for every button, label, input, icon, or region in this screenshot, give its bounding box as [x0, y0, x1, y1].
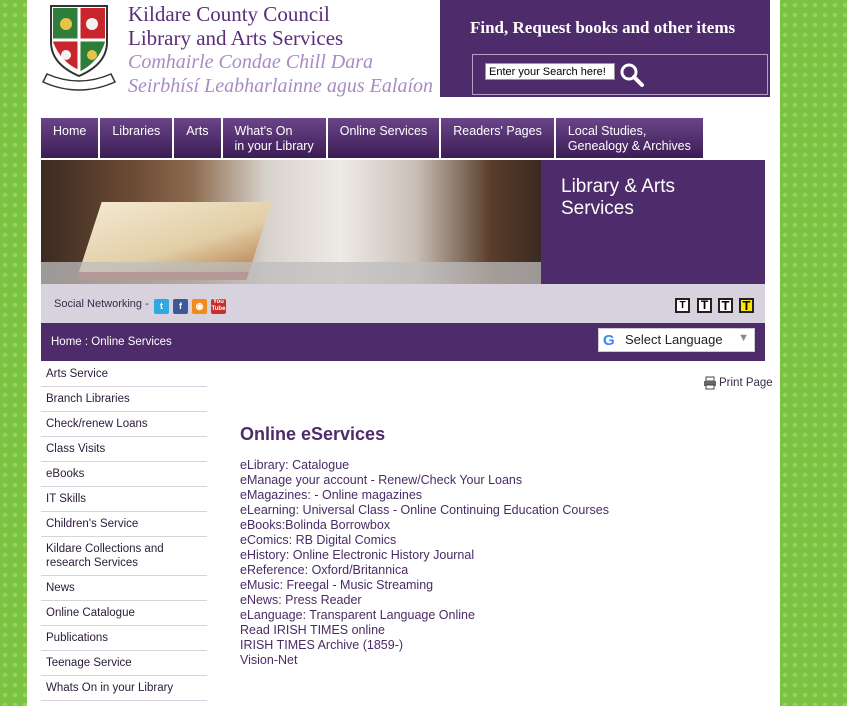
site-title-irish: Comhairle Condae Chill Dara Seirbhísí Le…	[128, 50, 433, 98]
banner-title-line2: Services	[561, 198, 634, 219]
search-box	[472, 54, 768, 95]
sidebar-item-class-visits[interactable]: Class Visits	[41, 437, 207, 462]
site-title-irish-line2: Seirbhísí Leabharlainne agus Ealaíon	[128, 75, 433, 97]
banner-title-line1: Library & Arts	[561, 176, 676, 197]
link-emagazines[interactable]: eMagazines: - Online magazines	[240, 488, 609, 503]
sidebar-item-whats-on[interactable]: Whats On in your Library	[41, 676, 207, 701]
link-ecomics[interactable]: eComics: RB Digital Comics	[240, 533, 609, 548]
site-title-line2: Library and Arts Services	[128, 26, 344, 50]
nav-label: What's On	[234, 124, 293, 138]
facebook-icon[interactable]: f	[173, 299, 188, 314]
twitter-icon[interactable]: t	[154, 299, 169, 314]
link-elearning[interactable]: eLearning: Universal Class - Online Cont…	[240, 503, 609, 518]
sidebar-item-childrens-service[interactable]: Children's Service	[41, 512, 207, 537]
sidebar-item-publications[interactable]: Publications	[41, 626, 207, 651]
nav-home[interactable]: Home	[41, 118, 101, 158]
high-contrast-button[interactable]: T	[739, 298, 754, 313]
nav-label: Local Studies,	[567, 124, 647, 138]
nav-whats-on[interactable]: What's On in your Library	[222, 118, 328, 158]
site-title-english[interactable]: Kildare County Council Library and Arts …	[128, 2, 343, 50]
text-size-large-button[interactable]: T	[718, 298, 733, 313]
sidebar-item-teenage-service[interactable]: Teenage Service	[41, 651, 207, 676]
link-elibrary[interactable]: eLibrary: Catalogue	[240, 458, 609, 473]
county-crest-icon	[41, 5, 117, 91]
nav-label: Home	[53, 124, 87, 138]
print-page-link[interactable]: Print Page	[719, 377, 773, 389]
social-bar: Social Networking - t f ◉ You Tube T T T…	[41, 284, 765, 323]
chevron-down-icon: ▼	[738, 332, 749, 344]
site-title-irish-line1: Comhairle Condae Chill Dara	[128, 51, 374, 73]
link-ehistory[interactable]: eHistory: Online Electronic History Jour…	[240, 548, 609, 563]
banner-photo	[41, 160, 541, 284]
sidebar-item-it-skills[interactable]: IT Skills	[41, 487, 207, 512]
nav-arts[interactable]: Arts	[174, 118, 223, 158]
page: Kildare County Council Library and Arts …	[27, 0, 780, 706]
link-vision-net[interactable]: Vision-Net	[240, 653, 609, 668]
sidebar-item-branch-libraries[interactable]: Branch Libraries	[41, 387, 207, 412]
nav-label-line2: Genealogy & Archives	[567, 139, 691, 153]
site-title-line1: Kildare County Council	[128, 2, 330, 26]
search-icon[interactable]	[619, 62, 645, 88]
link-elanguage[interactable]: eLanguage: Transparent Language Online	[240, 608, 609, 623]
breadcrumb-bar: Home : Online Services G Select Language…	[41, 323, 765, 361]
text-size-medium-button[interactable]: T	[697, 298, 712, 313]
page-banner: Library & Arts Services	[41, 160, 765, 284]
nav-label-line2: in your Library	[234, 139, 314, 153]
sidebar-item-ebooks[interactable]: eBooks	[41, 462, 207, 487]
nav-local-studies[interactable]: Local Studies, Genealogy & Archives	[555, 118, 705, 158]
social-networking-label: Social Networking -	[54, 298, 149, 310]
eservices-list: eLibrary: Catalogue eManage your account…	[240, 458, 609, 668]
sidebar-item-check-renew-loans[interactable]: Check/renew Loans	[41, 412, 207, 437]
rss-icon[interactable]: ◉	[192, 299, 207, 314]
search-title: Find, Request books and other items	[470, 18, 736, 37]
link-irish-times-online[interactable]: Read IRISH TIMES online	[240, 623, 609, 638]
link-emanage-account[interactable]: eManage your account - Renew/Check Your …	[240, 473, 609, 488]
nav-readers-pages[interactable]: Readers' Pages	[441, 118, 556, 158]
search-input[interactable]	[485, 63, 615, 80]
sidebar-item-arts-service[interactable]: Arts Service	[41, 362, 207, 387]
printer-icon[interactable]	[703, 376, 717, 390]
text-size-small-button[interactable]: T	[675, 298, 690, 313]
sidebar-item-news[interactable]: News	[41, 576, 207, 601]
link-enews[interactable]: eNews: Press Reader	[240, 593, 609, 608]
search-panel: Find, Request books and other items	[440, 0, 770, 97]
nav-libraries[interactable]: Libraries	[100, 118, 175, 158]
link-emusic[interactable]: eMusic: Freegal - Music Streaming	[240, 578, 609, 593]
banner-strip	[41, 262, 541, 284]
sidebar-item-online-catalogue[interactable]: Online Catalogue	[41, 601, 207, 626]
banner-title: Library & Arts Services	[561, 176, 675, 220]
link-irish-times-archive[interactable]: IRISH TIMES Archive (1859-)	[240, 638, 609, 653]
language-select-label: Select Language	[625, 332, 723, 347]
language-select[interactable]: G Select Language ▼	[598, 328, 755, 352]
page-title: Online eServices	[240, 424, 386, 444]
breadcrumb[interactable]: Home : Online Services	[51, 336, 172, 348]
nav-online-services[interactable]: Online Services	[327, 118, 442, 158]
link-ereference[interactable]: eReference: Oxford/Britannica	[240, 563, 609, 578]
main-nav: Home Libraries Arts What's On in your Li…	[41, 118, 705, 158]
sidebar-item-kildare-collections[interactable]: Kildare Collections and research Service…	[41, 537, 207, 576]
sidebar-menu: Arts Service Branch Libraries Check/rene…	[41, 362, 207, 701]
link-ebooks[interactable]: eBooks:Bolinda Borrowbox	[240, 518, 609, 533]
nav-label: Readers' Pages	[453, 124, 542, 138]
nav-label: Libraries	[112, 124, 161, 138]
nav-label: Online Services	[339, 124, 428, 138]
youtube-icon[interactable]: You Tube	[211, 299, 226, 314]
google-icon: G	[603, 332, 615, 349]
nav-label: Arts	[186, 124, 209, 138]
